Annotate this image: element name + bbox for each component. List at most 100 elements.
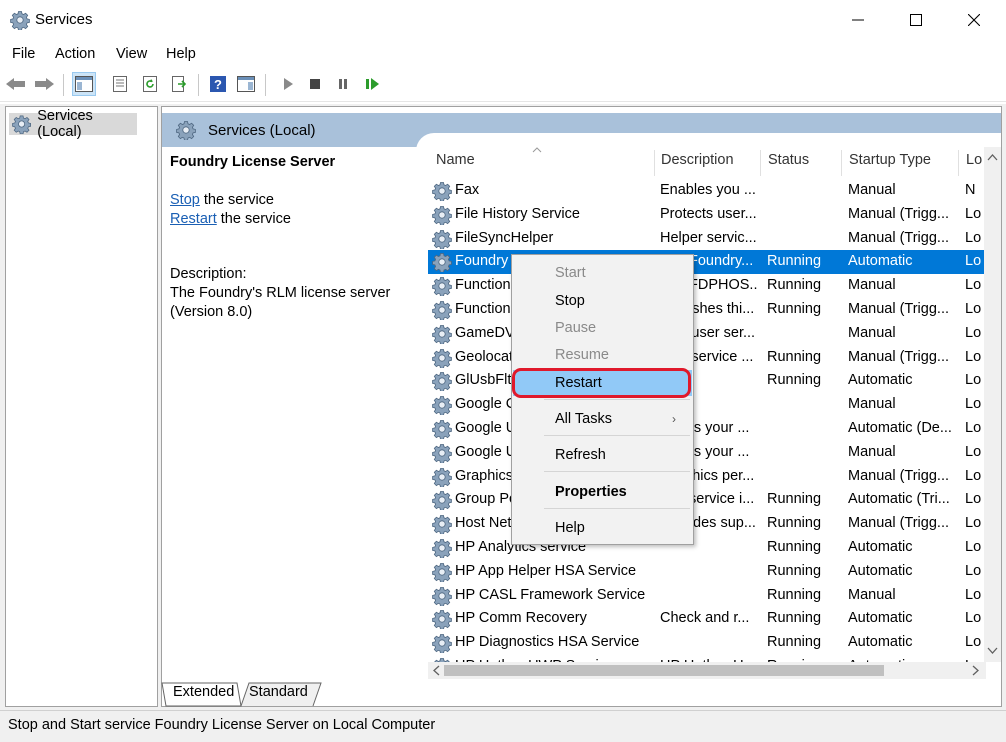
description-label: Description: [170,266,247,282]
service-startup-type-cell: Automatic [848,539,913,555]
service-log-on-cell: Lo [965,420,982,436]
pane-header-title: Services (Local) [208,122,316,139]
context-menu-properties[interactable]: Properties [513,479,692,505]
gear-icon [432,633,452,653]
toolbar-separator [265,74,266,96]
service-startup-type-cell: Manual [848,324,896,341]
toolbar: ? [0,68,1006,102]
gear-icon [432,395,452,415]
service-startup-type-cell: Manual [848,443,896,460]
service-log-on-cell: Lo [965,491,982,508]
context-menu-separator [544,508,690,509]
context-menu: Start Stop Pause Resume Restart All Task… [511,254,694,545]
tab-standard[interactable]: Standard [241,682,316,704]
context-menu-help[interactable]: Help [513,515,692,541]
gear-icon [432,205,452,225]
column-header-name[interactable]: Name [436,152,475,168]
table-row[interactable]: HP App Helper HSA Service Running Automati… [428,560,988,584]
service-startup-type-cell: Manual [848,586,896,603]
service-status-cell: Running [767,610,822,627]
column-header-startup-type[interactable]: Startup Type [849,152,931,168]
table-row[interactable]: Fax Enables you ... Manual N [428,179,988,203]
show-hide-action-pane-icon [237,76,255,92]
column-header-log-on-as[interactable]: Lo [966,152,982,168]
column-header-description[interactable]: Description [661,152,734,168]
column-header-status[interactable]: Status [768,152,809,168]
gear-icon [432,586,452,606]
service-log-on-cell: Lo [965,301,982,317]
back-button[interactable] [4,72,28,96]
scroll-right-icon[interactable] [972,665,980,676]
show-hide-action-pane-button[interactable] [234,72,258,96]
table-row[interactable]: HP Diagnostics HSA Service Running Automat… [428,631,988,655]
pause-service-button[interactable] [331,72,355,96]
service-startup-type-cell: Automatic (Tri... [848,491,950,508]
context-menu-resume[interactable]: Resume [513,342,692,368]
menu-file[interactable]: File [12,46,35,62]
context-menu-stop[interactable]: Stop [513,288,692,314]
back-arrow-icon [6,78,25,90]
window-title: Services [35,11,93,28]
gear-icon [432,419,452,439]
gear-icon [432,324,452,344]
service-log-on-cell: Lo [965,634,982,651]
menu-help[interactable]: Help [166,46,196,62]
show-hide-console-tree-icon [75,76,93,92]
gear-icon [432,443,452,463]
svg-text:?: ? [214,77,222,92]
selected-service-name: Foundry License Server [170,154,336,170]
table-row[interactable]: HP Comm Recovery Check and r... Running Aut… [428,607,988,631]
column-divider [958,150,959,176]
service-description-cell: Helper servic... [660,229,757,246]
console-tree: Services (Local) [5,106,158,707]
show-hide-console-tree-button[interactable] [72,72,96,96]
annotation-highlight-ring [512,368,691,398]
menu-action[interactable]: Action [55,46,95,62]
service-log-on-cell: Lo [965,443,982,460]
scroll-down-icon[interactable] [987,647,998,655]
service-startup-type-cell: Manual (Trigg... [848,467,949,484]
resume-service-button[interactable] [360,72,384,96]
table-header: Name Description Status Startup Type Lo [428,147,1001,177]
service-startup-type-cell: Automatic [848,253,913,270]
tree-item-services-local[interactable]: Services (Local) [9,108,137,140]
stop-service-button[interactable] [303,72,327,96]
minimize-button[interactable] [829,0,887,40]
vertical-scrollbar[interactable] [984,147,1001,662]
export-list-button[interactable] [167,72,191,96]
restart-service-link[interactable]: Restart [170,211,217,227]
close-button[interactable] [945,0,1003,40]
context-menu-pause[interactable]: Pause [513,315,692,341]
horizontal-scrollbar[interactable] [428,662,986,679]
context-menu-refresh[interactable]: Refresh [513,442,692,468]
refresh-button[interactable] [138,72,162,96]
forward-button[interactable] [32,72,56,96]
table-row[interactable]: File History Service Protects user... Manu… [428,203,988,227]
tab-extended[interactable]: Extended [165,682,242,704]
table-row[interactable]: FileSyncHelper Helper servic... Manual (Tr… [428,227,988,251]
service-name-cell: HP CASL Framework Service [455,586,646,603]
service-description-cell: Enables you ... [660,182,756,198]
maximize-button[interactable] [887,0,945,40]
horizontal-scroll-thumb[interactable] [444,665,884,676]
scroll-up-icon[interactable] [987,153,998,161]
start-service-button[interactable] [276,72,300,96]
service-startup-type-cell: Automatic [848,372,913,389]
play-icon [284,78,293,90]
context-menu-start[interactable]: Start [513,260,692,286]
help-button[interactable]: ? [206,72,230,96]
gear-icon [432,467,452,487]
table-row[interactable]: HP CASL Framework Service Running Manual Lo [428,584,988,608]
service-log-on-cell: Lo [965,396,982,413]
stop-service-link[interactable]: Stop [170,192,200,208]
service-log-on-cell: Lo [965,586,982,603]
gear-icon [432,609,452,629]
service-log-on-cell: Lo [965,610,982,627]
scroll-left-icon[interactable] [432,665,440,676]
service-startup-type-cell: Manual (Trigg... [848,515,949,532]
properties-button[interactable] [108,72,132,96]
restart-line-text: the service [216,211,291,227]
main-content: Services (Local) Services (Local) Foundr… [0,104,1006,710]
context-menu-all-tasks[interactable]: All Tasks › [513,406,692,432]
menu-view[interactable]: View [116,46,147,62]
